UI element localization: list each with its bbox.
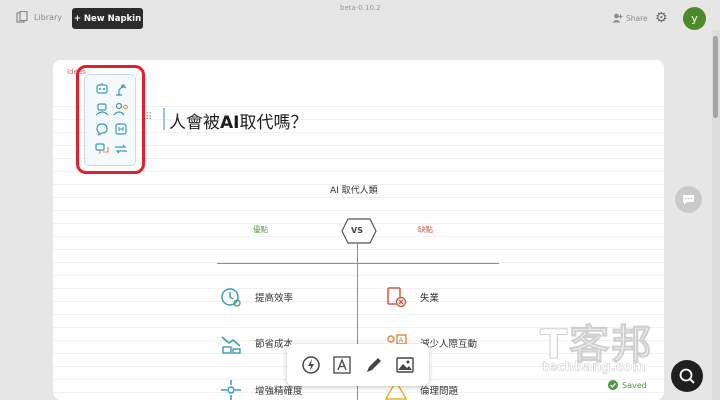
version-label: beta-0.10.2: [340, 4, 381, 12]
comment-button[interactable]: [675, 186, 702, 213]
cons-label[interactable]: 缺點: [418, 224, 433, 235]
con-item[interactable]: 失業: [384, 285, 439, 309]
share-label: Share: [626, 13, 648, 23]
image-icon: [396, 357, 414, 373]
settings-gear-icon[interactable]: ⚙: [655, 10, 668, 26]
pro-item[interactable]: 提高效率: [219, 285, 293, 309]
new-napkin-label: + New Napkin: [73, 13, 142, 24]
comment-icon: [683, 195, 694, 205]
text-box-icon: [333, 356, 351, 374]
text-cursor: [163, 108, 165, 130]
diagram-heading[interactable]: AI 取代人類: [330, 183, 378, 196]
title-suffix: 取代嗎？: [239, 113, 308, 133]
title-prefix: 人會被: [169, 113, 220, 133]
library-label: Library: [34, 12, 62, 22]
drag-handle-icon[interactable]: ⠿: [145, 112, 152, 123]
annotation-highlight-box: [76, 65, 145, 174]
ai-spark-icon: [302, 356, 320, 374]
text-box-tool[interactable]: [330, 353, 354, 377]
con-item-label: 失業: [420, 293, 440, 304]
pros-label[interactable]: 優點: [253, 224, 268, 235]
zoom-button[interactable]: [671, 360, 703, 392]
library-link[interactable]: Library: [16, 11, 62, 23]
pro-item[interactable]: 節省成本: [219, 331, 293, 355]
diagram-horizontal-divider: [217, 263, 499, 264]
image-tool[interactable]: [393, 353, 417, 377]
watermark-url-text: techbang.com: [542, 360, 646, 376]
top-bar: Library + New Napkin beta-0.10.2 Share ⚙…: [0, 0, 720, 40]
scrollbar-thumb[interactable]: [713, 36, 718, 118]
vs-label: VS: [351, 226, 363, 235]
vs-badge[interactable]: VS: [341, 218, 377, 248]
page-title[interactable]: 人會被AI取代嗎？: [169, 108, 307, 133]
money-chart-icon: [221, 336, 241, 354]
library-icon: [16, 11, 28, 23]
clock-gear-icon: [221, 288, 241, 307]
share-button[interactable]: Share: [612, 13, 648, 23]
check-circle-icon: [608, 380, 618, 390]
document-reject-icon: [387, 287, 407, 308]
target-crosshair-icon: [221, 380, 241, 400]
pen-tool[interactable]: [362, 353, 386, 377]
title-bold: AI: [220, 113, 240, 133]
magnifier-icon: [679, 368, 695, 384]
new-napkin-button[interactable]: + New Napkin: [72, 8, 143, 29]
share-person-icon: [612, 13, 623, 23]
bottom-toolbar: [287, 344, 429, 386]
save-status: Saved: [608, 380, 647, 390]
user-avatar[interactable]: y: [683, 7, 706, 30]
saved-label: Saved: [622, 380, 647, 390]
ai-spark-tool[interactable]: [299, 353, 323, 377]
pro-item-label: 提高效率: [255, 293, 294, 304]
pen-icon: [366, 358, 381, 372]
